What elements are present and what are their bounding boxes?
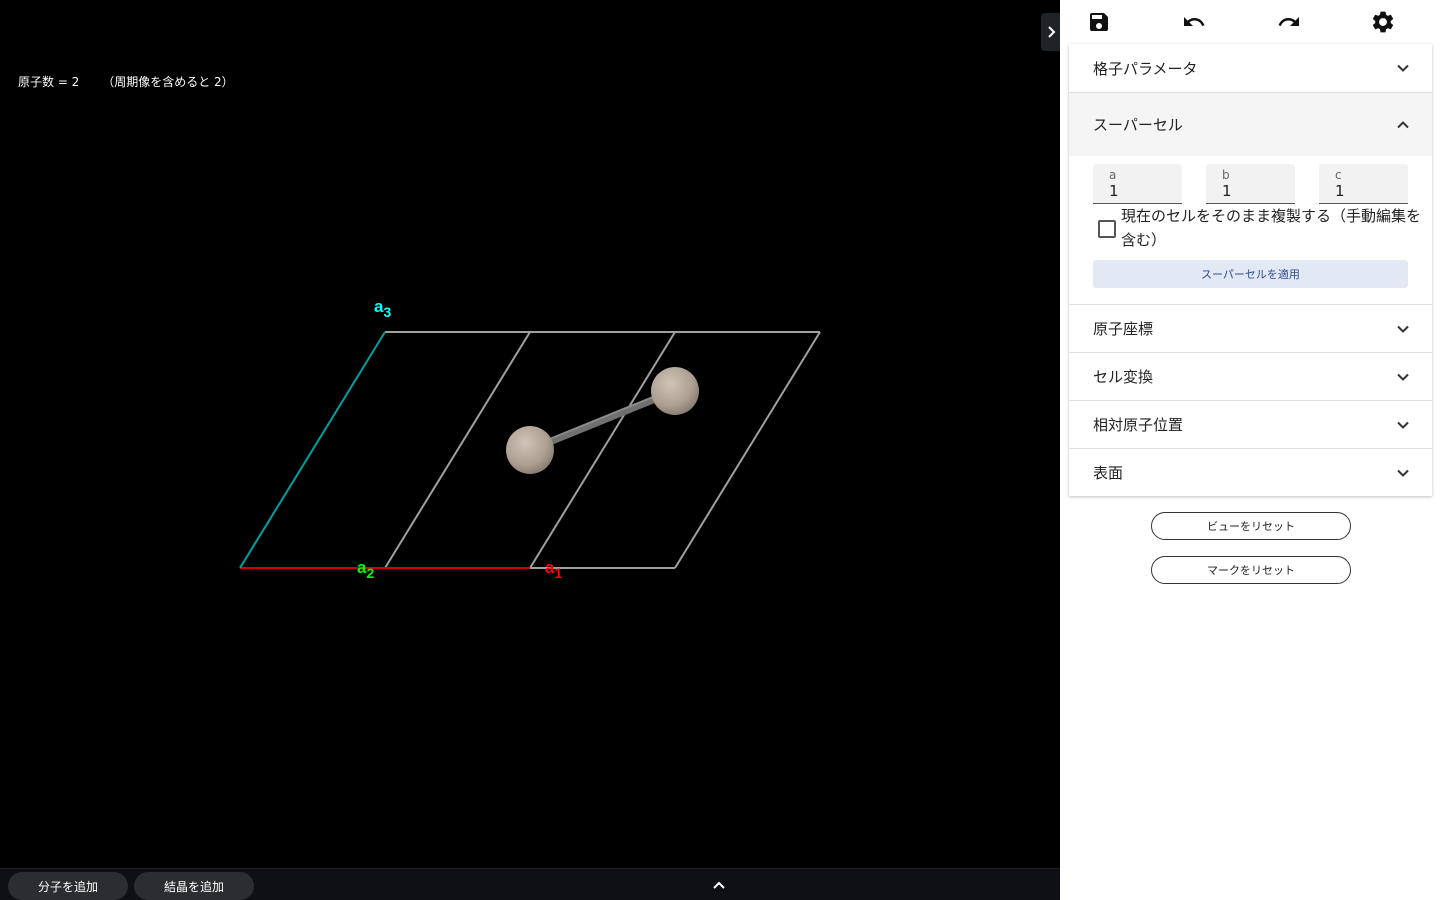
chevron-down-icon — [1397, 421, 1409, 429]
crystal-scene[interactable]: a3 a2 a1 — [0, 0, 1060, 868]
bottom-bar: 分子を追加 結晶を追加 — [0, 868, 1060, 900]
atom-2[interactable] — [651, 367, 699, 415]
supercell-b-label: b — [1222, 168, 1230, 182]
copy-cell-checkbox-label: 現在のセルをそのまま複製する（手動編集を含む） — [1121, 207, 1422, 249]
supercell-c-value[interactable]: 1 — [1335, 182, 1345, 200]
section-atomic-coords[interactable]: 原子座標 — [1069, 304, 1432, 352]
panel-toggle-button[interactable] — [1041, 13, 1061, 51]
a3-axis-line — [239, 331, 386, 569]
supercell-a-label: a — [1109, 168, 1117, 182]
add-molecule-button[interactable]: 分子を追加 — [8, 872, 128, 900]
reset-view-button[interactable]: ビューをリセット — [1151, 512, 1351, 540]
section-lattice-params-label: 格子パラメータ — [1093, 59, 1198, 78]
supercell-c-label: c — [1335, 168, 1342, 182]
section-atomic-coords-label: 原子座標 — [1093, 320, 1154, 338]
chevron-down-icon — [1397, 373, 1409, 381]
settings-accordion: 格子パラメータ スーパーセル a 1 b 1 c 1 現在のセルをそのまま複製す… — [1069, 44, 1432, 496]
section-supercell-label: スーパーセル — [1093, 116, 1183, 134]
copy-cell-checkbox[interactable] — [1098, 220, 1116, 238]
a1-axis-label: a1 — [545, 558, 562, 581]
structure-viewer[interactable]: 原子数 = 2 （周期像を含めると 2） a3 a2 a1 分子を追加 結晶を追… — [0, 0, 1060, 900]
toolbar — [1060, 0, 1440, 44]
supercell-a-value[interactable]: 1 — [1109, 182, 1119, 200]
section-supercell[interactable]: スーパーセル — [1069, 92, 1432, 156]
reset-marks-button[interactable]: マークをリセット — [1151, 556, 1351, 584]
apply-supercell-button[interactable]: スーパーセルを適用 — [1093, 260, 1408, 288]
undo-icon[interactable] — [1180, 8, 1208, 36]
side-panel: 格子パラメータ スーパーセル a 1 b 1 c 1 現在のセルをそのまま複製す… — [1060, 0, 1440, 900]
chevron-down-icon — [1397, 64, 1409, 72]
supercell-b-value[interactable]: 1 — [1222, 182, 1232, 200]
section-cell-transform-label: セル変換 — [1093, 368, 1154, 386]
redo-icon[interactable] — [1275, 8, 1303, 36]
chevron-up-icon — [1397, 120, 1409, 128]
atom-1[interactable] — [506, 426, 554, 474]
supercell-body: a 1 b 1 c 1 現在のセルをそのまま複製する（手動編集を含む） スーパー… — [1069, 156, 1432, 304]
section-relative-positions[interactable]: 相対原子位置 — [1069, 400, 1432, 448]
supercell-b-field[interactable]: b 1 — [1206, 164, 1295, 204]
save-icon[interactable] — [1085, 8, 1113, 36]
section-surface[interactable]: 表面 — [1069, 448, 1432, 496]
supercell-a-field[interactable]: a 1 — [1093, 164, 1182, 204]
unit-cell-edges — [384, 331, 821, 569]
app: 原子数 = 2 （周期像を含めると 2） a3 a2 a1 分子を追加 結晶を追… — [0, 0, 1440, 900]
chevron-up-icon[interactable] — [710, 877, 728, 893]
section-cell-transform[interactable]: セル変換 — [1069, 352, 1432, 400]
section-lattice-params[interactable]: 格子パラメータ — [1069, 44, 1432, 92]
chevron-right-icon — [1048, 26, 1056, 38]
add-crystal-button[interactable]: 結晶を追加 — [134, 872, 254, 900]
supercell-c-field[interactable]: c 1 — [1319, 164, 1408, 204]
a2-axis-label: a2 — [357, 558, 374, 581]
a2-label-sub: 2 — [366, 565, 374, 581]
chevron-down-icon — [1397, 469, 1409, 477]
settings-icon[interactable] — [1369, 8, 1397, 36]
section-surface-label: 表面 — [1093, 464, 1124, 482]
a1-label-sub: 1 — [554, 565, 562, 581]
section-relative-positions-label: 相対原子位置 — [1093, 416, 1184, 434]
a3-label-sub: 3 — [383, 304, 391, 320]
cell-edge-right — [674, 331, 821, 569]
chevron-down-icon — [1397, 325, 1409, 333]
a3-axis-label: a3 — [374, 297, 391, 320]
